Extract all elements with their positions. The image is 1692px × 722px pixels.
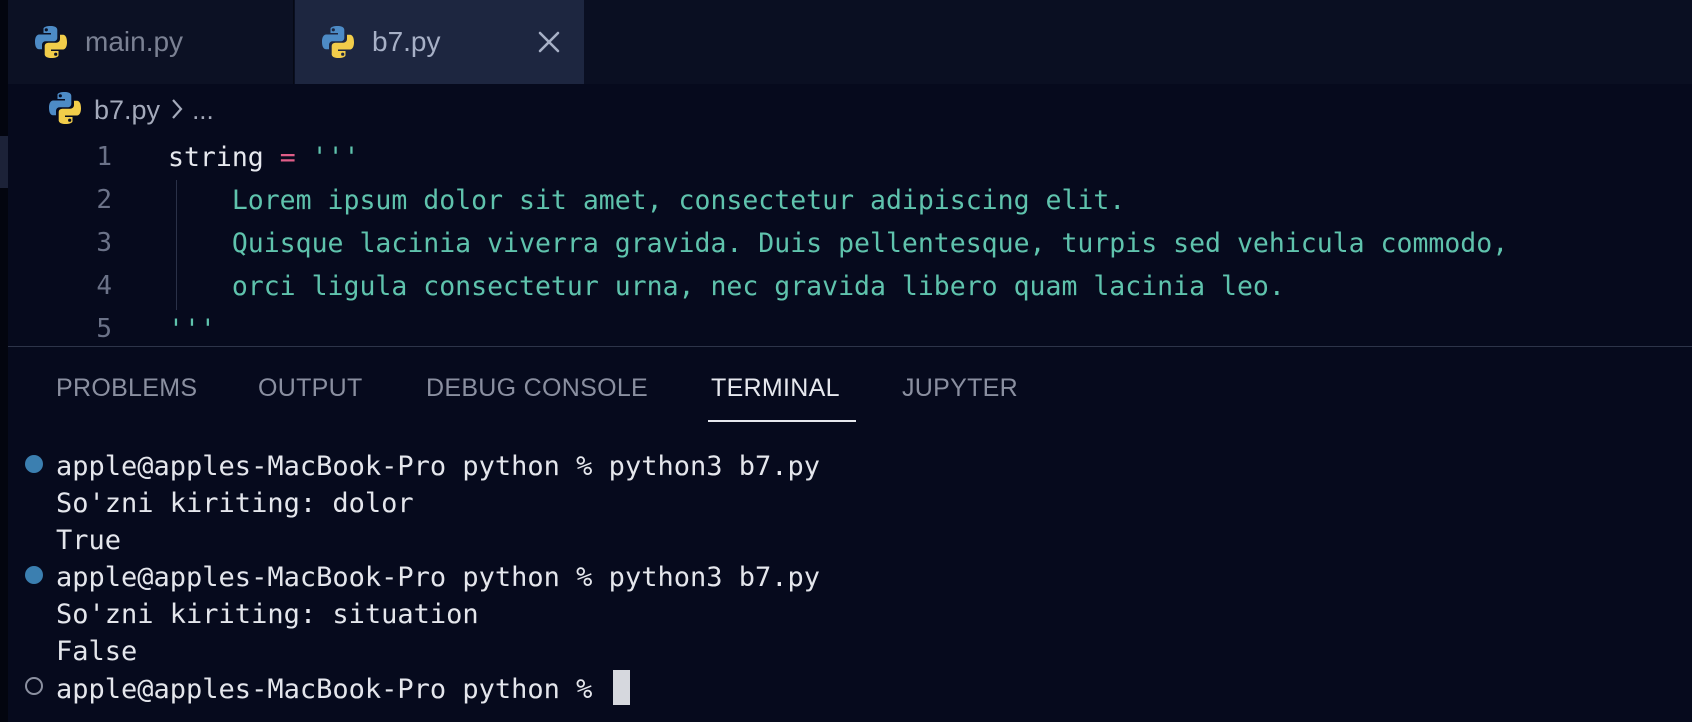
line-code: ''': [168, 308, 216, 346]
line-number: 1: [96, 142, 112, 172]
activity-bar-indicator: [0, 136, 8, 188]
line-number: 4: [96, 271, 112, 301]
terminal-line: apple@apples-MacBook-Pro python % python…: [56, 562, 821, 593]
command-success-marker[interactable]: [25, 566, 43, 584]
tab-terminal[interactable]: TERMINAL: [711, 374, 840, 403]
terminal-line: So'zni kiriting: dolor: [56, 488, 414, 519]
code-line: 3 Quisque lacinia viverra gravida. Duis …: [8, 222, 1692, 265]
terminal-cursor: [612, 670, 630, 705]
terminal-line: False: [56, 636, 138, 667]
code-token: ''': [295, 142, 360, 173]
breadcrumb: b7.py ...: [48, 90, 214, 130]
panel-divider[interactable]: [8, 346, 1692, 347]
code-token: Lorem ipsum dolor sit amet, consectetur …: [168, 185, 1126, 216]
code-token: orci ligula consectetur urna, nec gravid…: [168, 271, 1285, 302]
code-line: 1 string = ''': [8, 136, 1692, 179]
terminal-prompt-line: apple@apples-MacBook-Pro python %: [56, 670, 630, 708]
line-number: 2: [96, 185, 112, 215]
breadcrumb-more[interactable]: ...: [192, 95, 214, 126]
tab-b7-py[interactable]: b7.py: [295, 0, 584, 84]
tab-output[interactable]: OUTPUT: [258, 374, 363, 403]
tab-label: b7.py: [372, 26, 441, 57]
terminal-prompt: apple@apples-MacBook-Pro python %: [56, 674, 609, 705]
activity-bar-edge: [0, 0, 8, 722]
line-code: Quisque lacinia viverra gravida. Duis pe…: [168, 222, 1508, 265]
line-number: 5: [96, 314, 112, 344]
python-icon: [48, 91, 82, 130]
close-icon[interactable]: [533, 26, 565, 58]
code-token: ''': [168, 314, 216, 345]
terminal-line: apple@apples-MacBook-Pro python % python…: [56, 451, 821, 482]
tab-jupyter[interactable]: JUPYTER: [902, 374, 1018, 403]
command-success-marker[interactable]: [25, 455, 43, 473]
code-line: 5 ''': [8, 308, 1692, 346]
terminal-line: So'zni kiriting: situation: [56, 599, 479, 630]
code-token: Quisque lacinia viverra gravida. Duis pe…: [168, 228, 1509, 259]
code-token: string: [168, 142, 280, 173]
breadcrumb-file[interactable]: b7.py: [94, 95, 160, 126]
tab-label: main.py: [85, 26, 184, 57]
code-token: =: [279, 142, 296, 173]
terminal[interactable]: apple@apples-MacBook-Pro python % python…: [8, 448, 1692, 722]
line-code: orci ligula consectetur urna, nec gravid…: [168, 265, 1285, 308]
line-code: string = ''': [168, 136, 359, 179]
python-icon: [321, 25, 355, 64]
tab-problems[interactable]: PROBLEMS: [56, 374, 197, 403]
python-icon: [34, 25, 68, 64]
command-pending-marker[interactable]: [25, 677, 43, 695]
active-tab-indicator: [708, 420, 856, 422]
line-code: Lorem ipsum dolor sit amet, consectetur …: [168, 179, 1125, 222]
code-line: 2 Lorem ipsum dolor sit amet, consectetu…: [8, 179, 1692, 222]
tab-debug-console[interactable]: DEBUG CONSOLE: [426, 374, 648, 403]
line-number: 3: [96, 228, 112, 258]
tab-main-py[interactable]: main.py: [8, 0, 294, 84]
code-editor[interactable]: 1 string = ''' 2 Lorem ipsum dolor sit a…: [8, 136, 1692, 346]
code-line: 4 orci ligula consectetur urna, nec grav…: [8, 265, 1692, 308]
terminal-line: True: [56, 525, 122, 556]
chevron-right-icon: [170, 97, 184, 126]
